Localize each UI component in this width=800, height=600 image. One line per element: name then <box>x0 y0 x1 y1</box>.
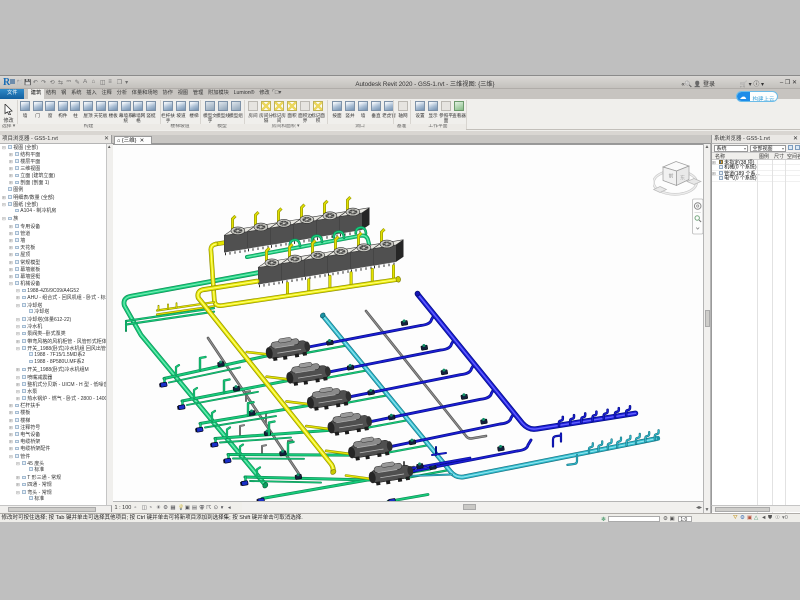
svg-text:东: 东 <box>680 174 685 181</box>
svg-text:前: 前 <box>669 172 674 179</box>
